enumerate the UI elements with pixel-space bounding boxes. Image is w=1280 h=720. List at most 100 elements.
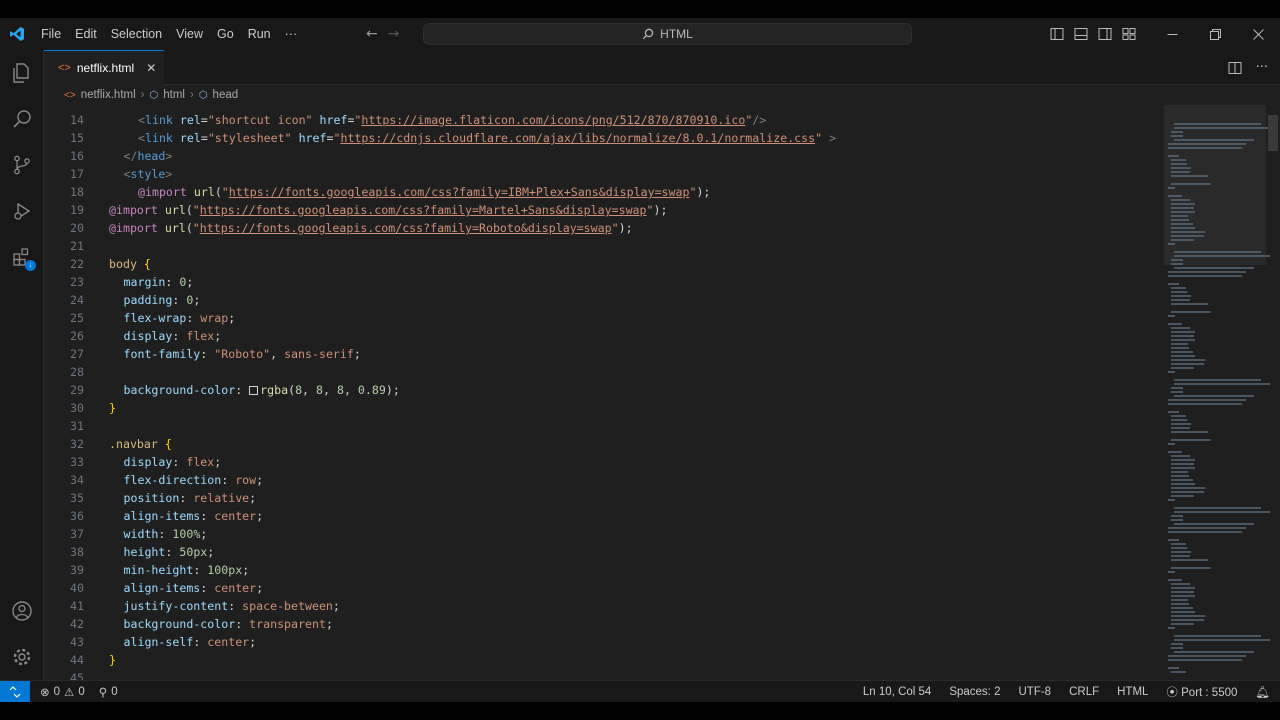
code-line[interactable]: 26 display: flex; — [44, 327, 1164, 345]
code-line[interactable]: 17 <style> — [44, 165, 1164, 183]
line-number: 21 — [70, 239, 84, 253]
code-line[interactable]: 38 height: 50px; — [44, 543, 1164, 561]
code-line[interactable]: 14 <link rel="shortcut icon" href="https:… — [44, 111, 1164, 129]
live-server-port[interactable]: ⦿ Port : 5500 — [1166, 684, 1237, 700]
code-line[interactable]: 44} — [44, 651, 1164, 669]
code-line[interactable]: 36 align-items: center; — [44, 507, 1164, 525]
split-editor-icon[interactable] — [1228, 61, 1242, 75]
minimap-slider[interactable] — [1164, 105, 1266, 265]
color-swatch[interactable] — [249, 386, 259, 395]
breadcrumb-html[interactable]: html — [163, 89, 185, 101]
close-window-icon[interactable] — [1237, 18, 1280, 50]
remote-indicator-icon[interactable] — [0, 680, 30, 703]
tab-netflix-html[interactable]: <> netflix.html ✕ — [44, 50, 164, 85]
restore-icon[interactable] — [1194, 18, 1237, 50]
toggle-secondary-sidebar-icon[interactable] — [1093, 18, 1117, 50]
code-line[interactable]: 45 — [44, 669, 1164, 680]
letterbox-top — [0, 0, 1280, 18]
code-line[interactable]: 22 body { — [44, 255, 1164, 273]
code-line[interactable]: 33 display: flex; — [44, 453, 1164, 471]
minimap-line — [1171, 235, 1204, 237]
minimap[interactable] — [1164, 105, 1270, 680]
code-editor[interactable]: 14 <link rel="shortcut icon" href="https:… — [44, 105, 1164, 680]
run-and-debug-icon[interactable] — [0, 188, 44, 234]
minimap-line — [1171, 287, 1186, 289]
breadcrumb-file[interactable]: netflix.html — [81, 89, 136, 101]
vertical-scrollbar[interactable] — [1266, 105, 1280, 680]
code-line[interactable]: 20 @import url("https://fonts.googleapis.… — [44, 219, 1164, 237]
menu-view[interactable]: View — [169, 27, 210, 41]
minimize-icon[interactable] — [1151, 18, 1194, 50]
menu-run[interactable]: Run — [241, 27, 278, 41]
code-line[interactable]: 28 — [44, 363, 1164, 381]
code-line[interactable]: 43 align-self: center; — [44, 633, 1164, 651]
code-line[interactable]: 30} — [44, 399, 1164, 417]
minimap-line — [1171, 311, 1212, 313]
minimap-line — [1174, 395, 1254, 397]
code-line[interactable]: 18 @import url("https://fonts.googleapis.… — [44, 183, 1164, 201]
notifications-bell-icon[interactable]: 🔔︎ — [1255, 685, 1270, 699]
minimap-line — [1171, 223, 1194, 225]
code-line[interactable]: 32 .navbar { — [44, 435, 1164, 453]
code-text: position: relative; — [123, 491, 257, 505]
search-icon — [642, 28, 654, 40]
menu-selection[interactable]: Selection — [104, 27, 169, 41]
minimap-line — [1171, 183, 1212, 185]
close-tab-icon[interactable]: ✕ — [146, 61, 156, 75]
search-view-icon[interactable] — [0, 96, 44, 142]
indentation[interactable]: Spaces: 2 — [949, 686, 1000, 698]
code-line[interactable]: 37 width: 100%; — [44, 525, 1164, 543]
manage-gear-icon[interactable] — [0, 634, 44, 680]
minimap-line — [1171, 391, 1184, 393]
code-line[interactable]: 31 — [44, 417, 1164, 435]
toggle-primary-sidebar-icon[interactable] — [1045, 18, 1069, 50]
code-line[interactable]: 35 position: relative; — [44, 489, 1164, 507]
menu-go[interactable]: Go — [210, 27, 241, 41]
minimap-line — [1171, 175, 1208, 177]
minimap-line — [1171, 439, 1212, 441]
scrollbar-thumb[interactable] — [1268, 115, 1278, 151]
code-text: width: 100%; — [123, 527, 208, 541]
code-line[interactable]: 42 background-color: transparent; — [44, 615, 1164, 633]
problems-indicator[interactable]: ⊗ 0 ⚠ 0 — [40, 685, 85, 699]
code-line[interactable]: 16 </head> — [44, 147, 1164, 165]
menu-file[interactable]: File — [34, 27, 68, 41]
end-of-line[interactable]: CRLF — [1069, 686, 1099, 698]
code-line[interactable]: 41 justify-content: space-between; — [44, 597, 1164, 615]
code-line[interactable]: 15 <link rel="stylesheet" href="https://c… — [44, 129, 1164, 147]
code-line[interactable]: 34 flex-direction: row; — [44, 471, 1164, 489]
explorer-icon[interactable] — [0, 50, 44, 96]
code-line[interactable]: 23 margin: 0; — [44, 273, 1164, 291]
code-line[interactable]: 25 flex-wrap: wrap; — [44, 309, 1164, 327]
warning-count: 0 — [78, 685, 85, 698]
line-number: 27 — [70, 347, 84, 361]
code-line[interactable]: 24 padding: 0; — [44, 291, 1164, 309]
code-line[interactable]: 21 — [44, 237, 1164, 255]
code-line[interactable]: 40 align-items: center; — [44, 579, 1164, 597]
accounts-icon[interactable] — [0, 588, 44, 634]
encoding[interactable]: UTF-8 — [1018, 686, 1051, 698]
command-center[interactable]: HTML — [423, 23, 912, 45]
line-number: 15 — [70, 131, 84, 145]
minimap-line — [1171, 559, 1208, 561]
toggle-panel-icon[interactable] — [1069, 18, 1093, 50]
menu-more[interactable]: ··· — [278, 27, 305, 41]
code-line[interactable]: 29 background-color: rgba(8, 8, 8, 0.89); — [44, 381, 1164, 399]
more-actions-icon[interactable]: ··· — [1256, 60, 1268, 75]
breadcrumb-head[interactable]: head — [213, 89, 239, 101]
code-line[interactable]: 39 min-height: 100px; — [44, 561, 1164, 579]
code-text: display: flex; — [123, 455, 222, 469]
ports-indicator[interactable]: ⚲ 0 — [99, 685, 118, 699]
minimap-line — [1168, 531, 1242, 533]
customize-layout-icon[interactable] — [1117, 18, 1141, 50]
arrow-forward-icon[interactable]: → — [388, 26, 400, 42]
menu-edit[interactable]: Edit — [68, 27, 104, 41]
extensions-icon[interactable]: ↓ — [0, 234, 44, 280]
arrow-back-icon[interactable]: ← — [366, 26, 378, 42]
source-control-icon[interactable] — [0, 142, 44, 188]
minimap-line — [1168, 187, 1175, 189]
code-line[interactable]: 19 @import url("https://fonts.googleapis.… — [44, 201, 1164, 219]
code-line[interactable]: 27 font-family: "Roboto", sans-serif; — [44, 345, 1164, 363]
language-mode[interactable]: HTML — [1117, 686, 1148, 698]
cursor-position[interactable]: Ln 10, Col 54 — [863, 686, 931, 698]
